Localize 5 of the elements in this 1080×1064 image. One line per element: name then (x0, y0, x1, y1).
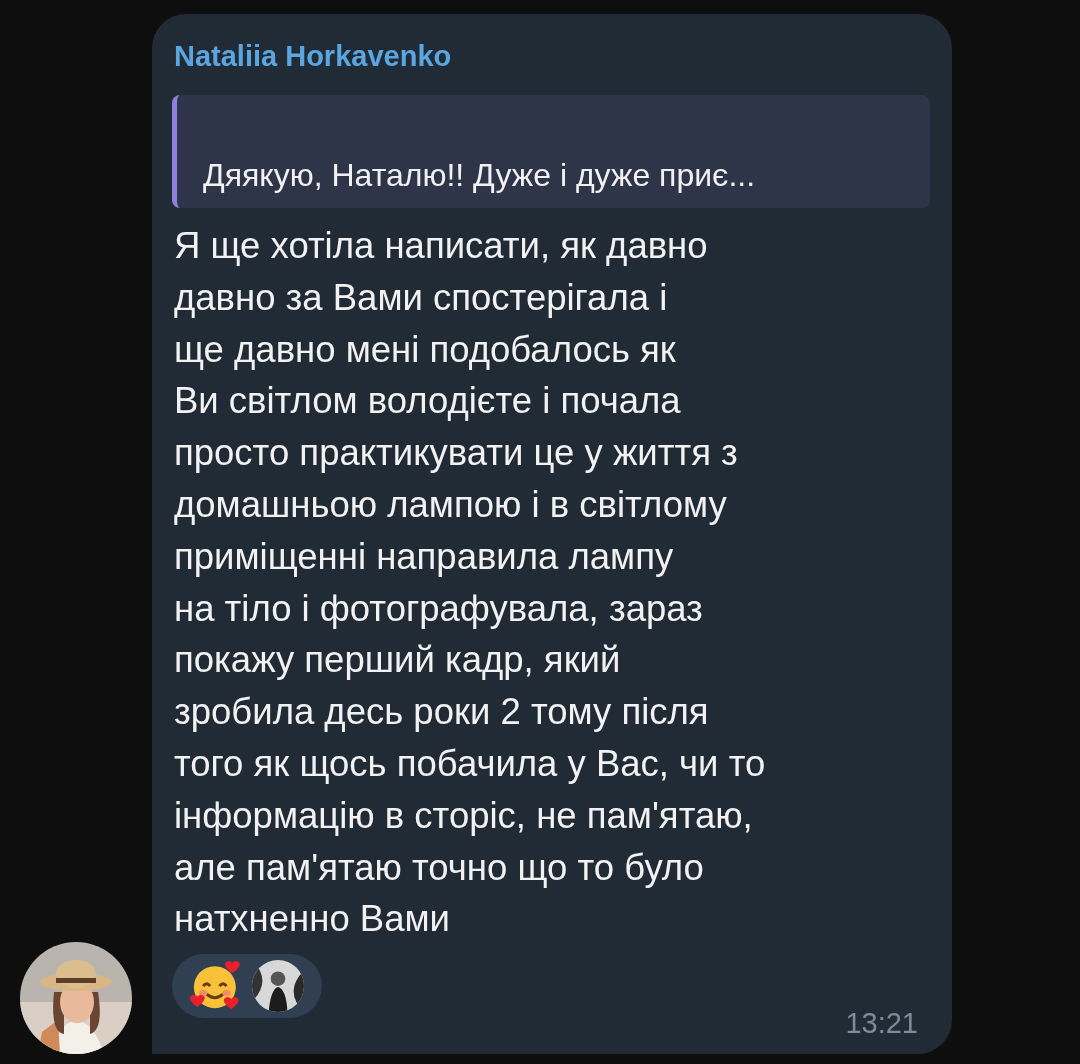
message-time: 13:21 (845, 1007, 918, 1040)
message-text: Я ще хотіла написати, як давно давно за Вами спостерігала і ще давно мені подобалось як Ви світлом володієте і почала просто практикувати це у життя з домашньою лампою і в світлому приміщенні направила лампу на тіло і фотографувала, зараз покажу перший кадр, який зробила десь роки 2 тому після того як щось побачила у Вас, чи то інформацію в сторіс, не пам'ятаю, але пам'ятаю точно що то було натхненно Вами (174, 224, 767, 942)
reply-quote[interactable]: Дяякую, Наталю!! Дуже і дуже приє... (172, 95, 930, 208)
quoted-text: Дяякую, Наталю!! Дуже і дуже приє... (203, 157, 756, 194)
sender-name: Nataliia Horkavenko (174, 40, 453, 73)
